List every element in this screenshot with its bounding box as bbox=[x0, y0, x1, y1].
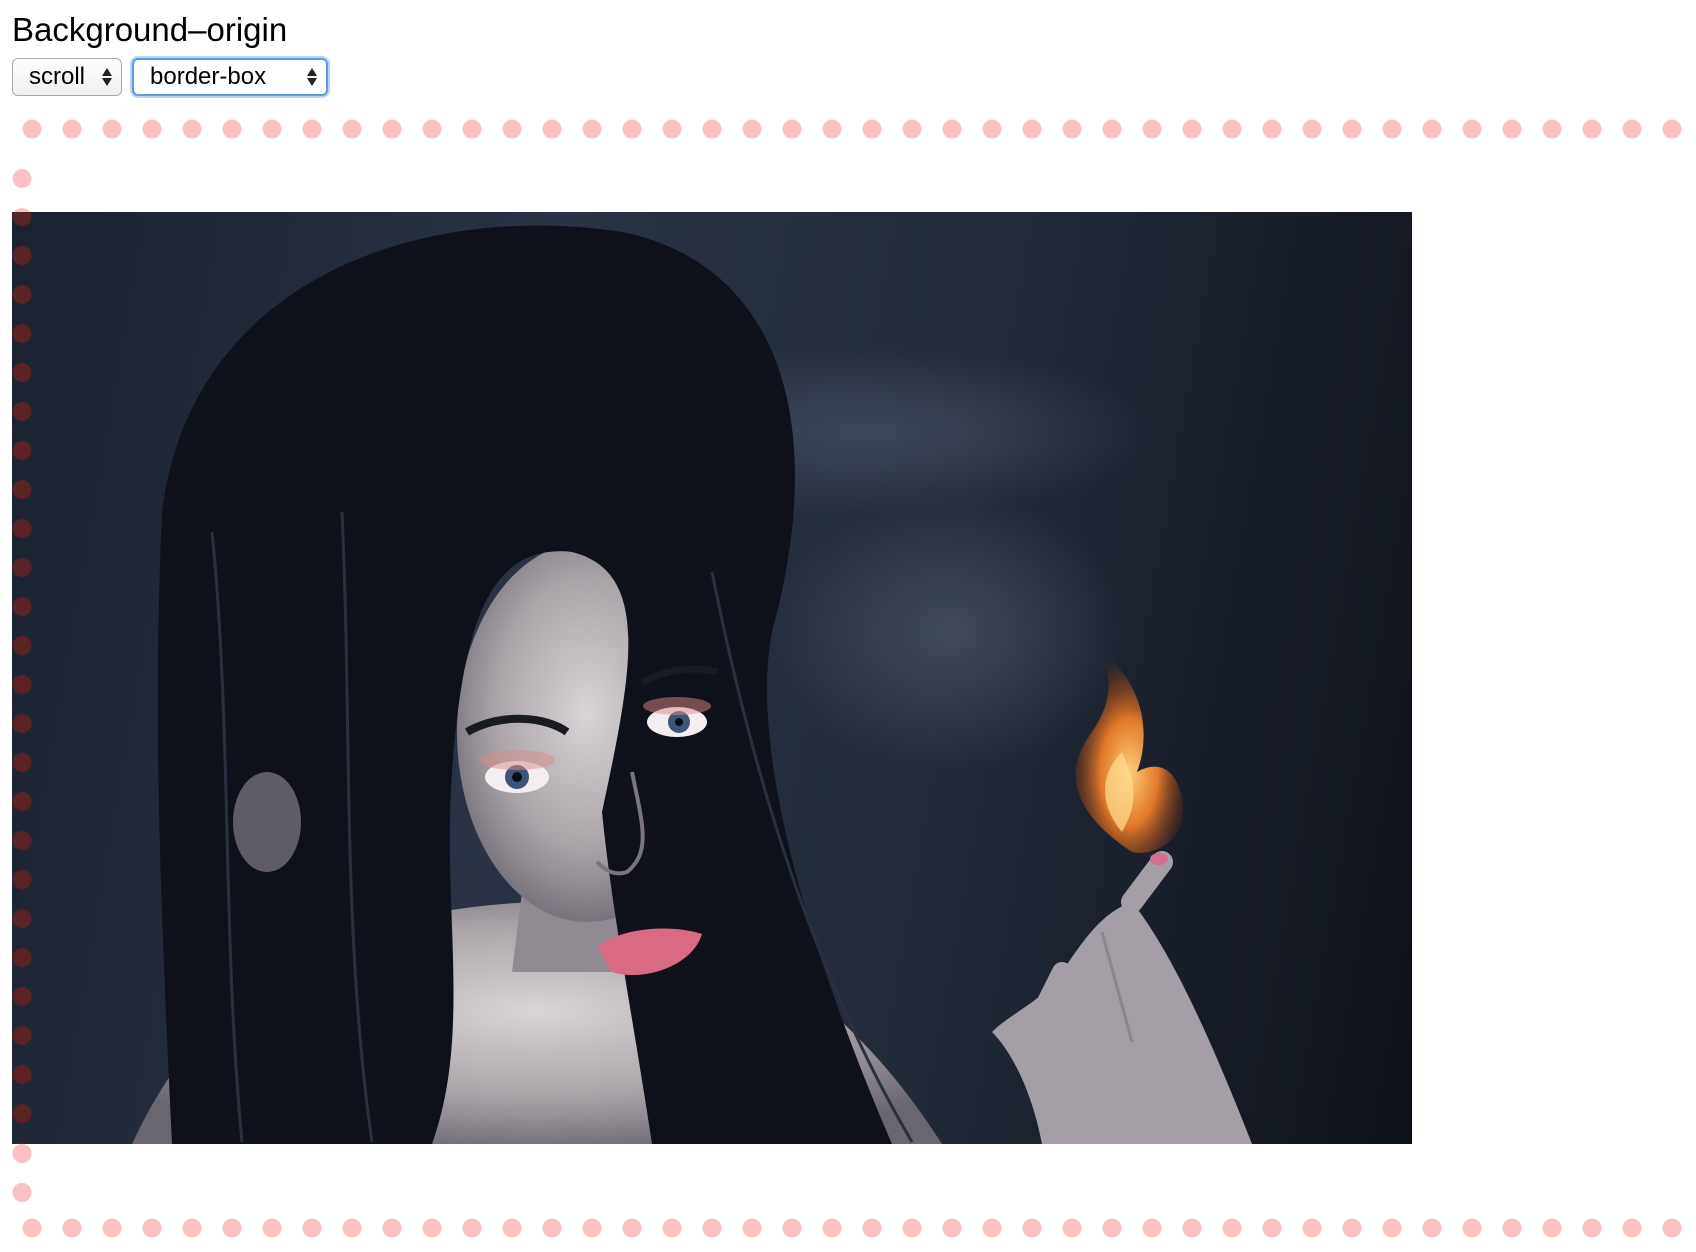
page-title: Background–origin bbox=[12, 11, 288, 48]
controls-bar: scroll border-box bbox=[12, 58, 328, 96]
portrait-illustration bbox=[132, 225, 1252, 1144]
page: Background–origin scroll border-box bbox=[0, 0, 1696, 1252]
dotted-border-over-image bbox=[12, 212, 32, 1144]
select-arrows-icon bbox=[307, 68, 317, 86]
dotted-border-top bbox=[12, 119, 1696, 139]
background-origin-select[interactable]: border-box bbox=[132, 58, 328, 96]
dotted-border-bottom bbox=[12, 1218, 1696, 1238]
background-image bbox=[12, 212, 1412, 1144]
background-attachment-value: scroll bbox=[29, 63, 86, 90]
select-arrows-icon bbox=[102, 68, 112, 86]
background-origin-value: border-box bbox=[150, 63, 267, 90]
background-attachment-select[interactable]: scroll bbox=[12, 58, 122, 96]
